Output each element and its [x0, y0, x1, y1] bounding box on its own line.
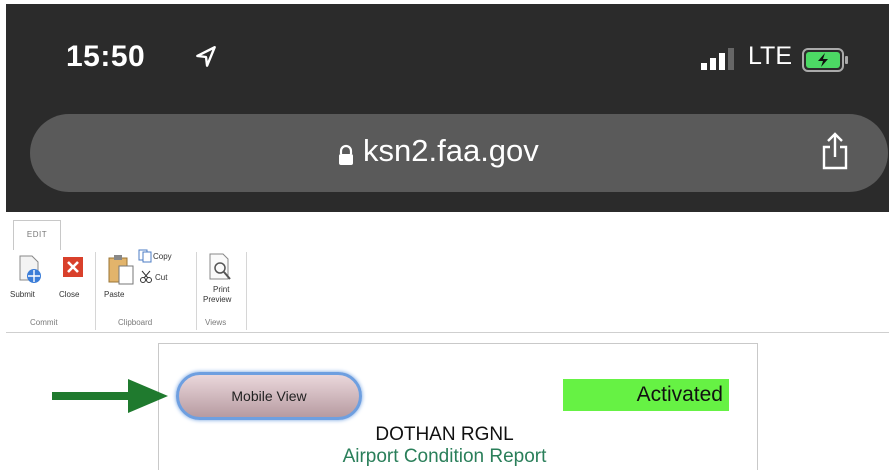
screenshot-frame: 15:50 LTE ksn2.faa.gov EDIT Submit Close… [6, 4, 889, 470]
report-title: Airport Condition Report [342, 446, 547, 467]
copy-label[interactable]: Copy [153, 252, 172, 261]
ribbon-separator [95, 252, 96, 330]
close-label[interactable]: Close [59, 290, 79, 299]
close-icon[interactable] [62, 256, 84, 278]
print-label[interactable]: Print [213, 285, 229, 294]
ribbon-separator [196, 252, 197, 330]
preview-label[interactable]: Preview [203, 295, 231, 304]
tab-edit[interactable]: EDIT [13, 220, 61, 251]
submit-label[interactable]: Submit [10, 290, 35, 299]
share-icon[interactable] [819, 131, 851, 171]
lock-icon [339, 144, 353, 165]
status-time: 15:50 [66, 40, 146, 73]
paste-label[interactable]: Paste [104, 290, 124, 299]
clipboard-group-label: Clipboard [118, 318, 153, 327]
airport-name: DOTHAN RGNL [375, 424, 514, 445]
mobile-view-button[interactable]: Mobile View [176, 372, 362, 420]
copy-icon[interactable] [138, 249, 152, 263]
network-type: LTE [748, 42, 792, 70]
views-group-label: Views [205, 318, 227, 327]
location-arrow-icon [196, 46, 216, 67]
print-preview-icon[interactable] [207, 252, 233, 282]
signal-strength-icon [701, 48, 734, 70]
battery-charging-icon [802, 48, 848, 72]
cut-label[interactable]: Cut [155, 273, 167, 282]
commit-group-label: Commit [30, 318, 58, 327]
url-text[interactable]: ksn2.faa.gov [363, 133, 539, 169]
green-arrow-annotation [52, 379, 168, 413]
cut-icon[interactable] [139, 270, 153, 284]
ribbon-separator [246, 252, 247, 330]
submit-icon[interactable] [14, 254, 44, 284]
activated-status-badge: Activated [563, 379, 729, 411]
paste-icon[interactable] [107, 252, 135, 286]
ribbon-tab-row [6, 212, 889, 251]
